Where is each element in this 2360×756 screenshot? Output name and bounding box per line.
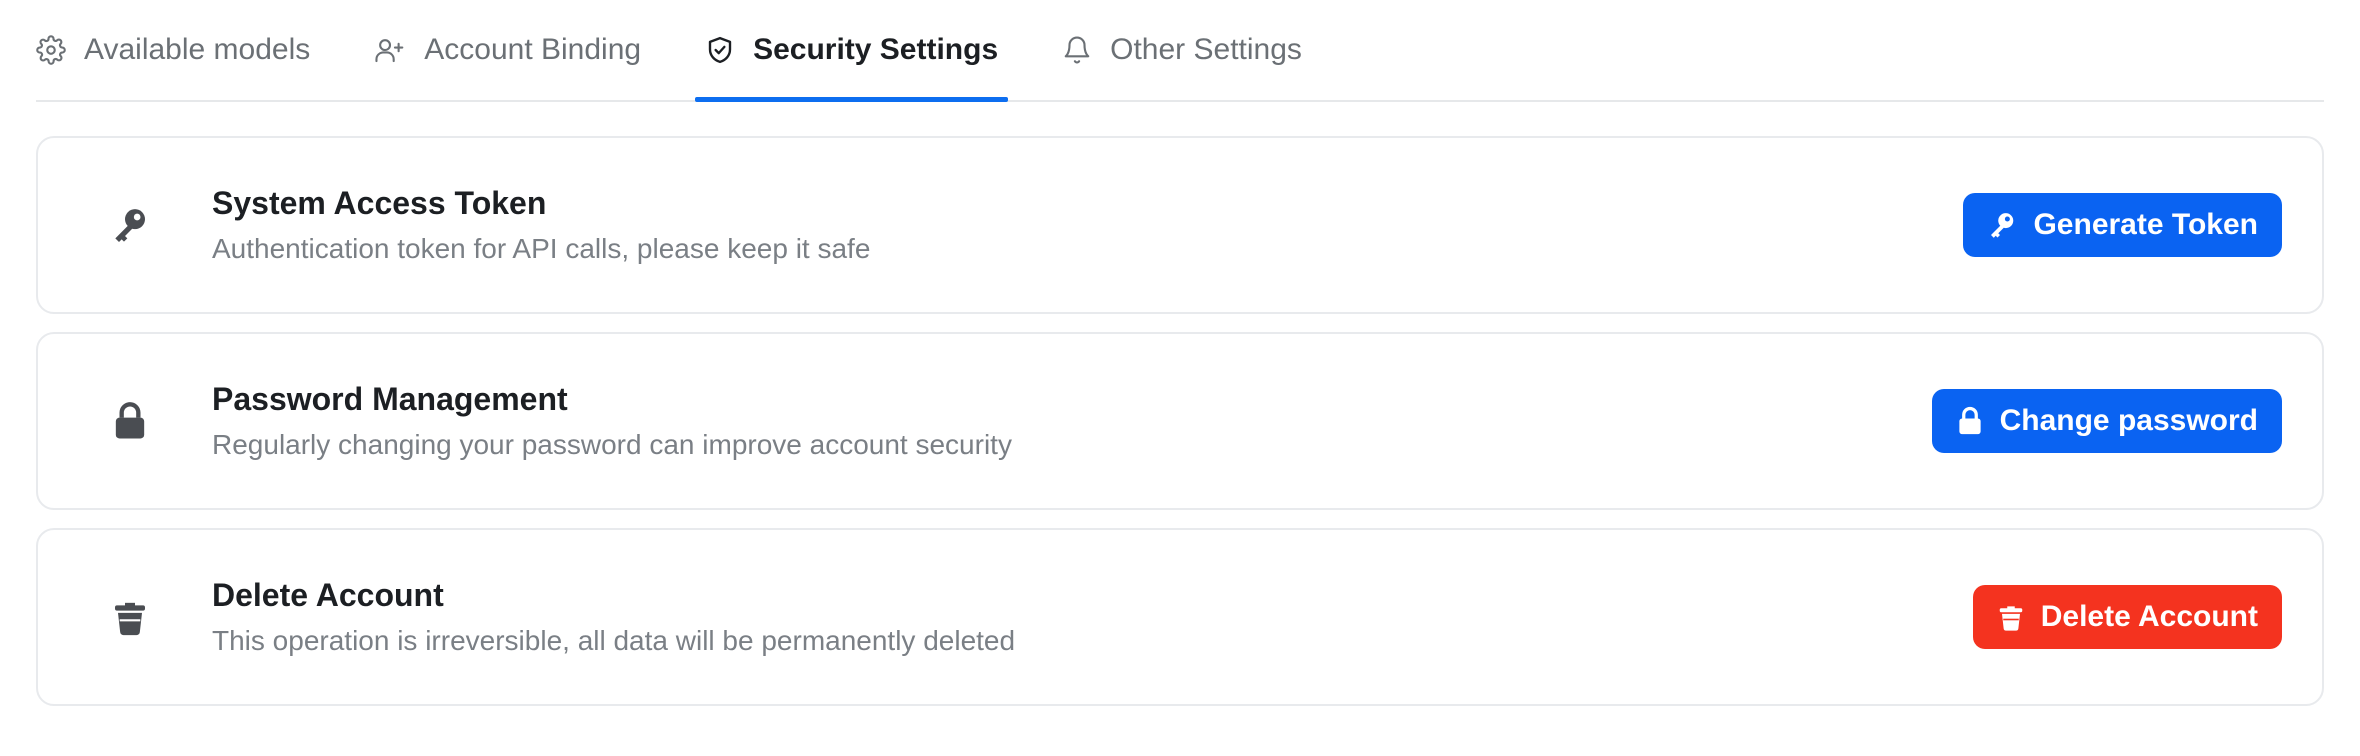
password-management-card: Password Management Regularly changing y… [36, 332, 2324, 510]
key-icon [1987, 210, 2017, 240]
lock-icon [98, 389, 162, 453]
generate-token-button[interactable]: Generate Token [1963, 193, 2282, 257]
settings-tabbar: Available models Account Binding Securit… [36, 0, 2324, 102]
lock-icon [1956, 406, 1984, 436]
delete-account-button[interactable]: Delete Account [1972, 585, 2282, 649]
card-description: Regularly changing your password can imp… [212, 429, 1012, 460]
security-cards: System Access Token Authentication token… [36, 136, 2324, 706]
card-text: System Access Token Authentication token… [212, 183, 1963, 267]
change-password-button[interactable]: Change password [1931, 389, 2282, 453]
tab-available-models[interactable]: Available models [36, 0, 320, 100]
tab-label: Security Settings [753, 33, 999, 66]
card-text: Password Management Regularly changing y… [212, 379, 1932, 463]
card-title: System Access Token [212, 185, 547, 221]
tab-label: Account Binding [424, 33, 642, 66]
button-label: Change password [1999, 404, 2258, 437]
tab-label: Other Settings [1110, 33, 1302, 66]
tab-security-settings[interactable]: Security Settings [695, 0, 1009, 102]
system-access-token-card: System Access Token Authentication token… [36, 136, 2324, 314]
bell-icon [1062, 35, 1092, 65]
delete-account-card: Delete Account This operation is irrever… [36, 528, 2324, 706]
gear-icon [36, 35, 66, 65]
tab-other-settings[interactable]: Other Settings [1052, 0, 1312, 100]
card-description: Authentication token for API calls, plea… [212, 233, 871, 264]
security-settings-page: Available models Account Binding Securit… [0, 0, 2360, 756]
shield-check-icon [705, 35, 735, 65]
tab-label: Available models [84, 33, 311, 66]
tab-account-binding[interactable]: Account Binding [364, 0, 651, 100]
button-label: Delete Account [2040, 600, 2258, 633]
card-text: Delete Account This operation is irrever… [212, 575, 1973, 659]
card-title: Password Management [212, 381, 568, 417]
trash-icon [98, 585, 162, 649]
card-title: Delete Account [212, 577, 444, 613]
button-label: Generate Token [2033, 208, 2258, 241]
card-description: This operation is irreversible, all data… [212, 625, 1016, 656]
key-icon [98, 193, 162, 257]
trash-icon [1997, 602, 2025, 632]
user-plus-icon [374, 35, 406, 65]
